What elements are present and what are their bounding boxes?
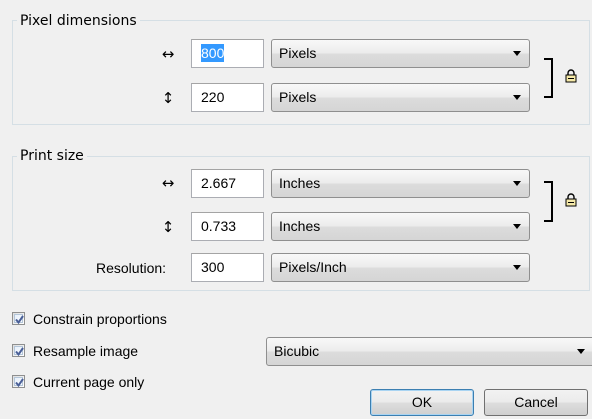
print-size-title: Print size (17, 148, 87, 164)
print-height-unit-select[interactable]: Inches (271, 212, 530, 241)
resample-image-checkbox[interactable] (12, 344, 25, 357)
pixel-width-value: 800 (201, 44, 225, 62)
print-width-unit-select[interactable]: Inches (271, 169, 530, 198)
current-page-only-label[interactable]: Current page only (33, 374, 144, 390)
chevron-down-icon (513, 265, 521, 270)
vertical-arrows-icon: ↕ (161, 89, 175, 107)
horizontal-arrows-icon: ↔ (161, 45, 175, 63)
constrain-proportions-checkbox[interactable] (12, 312, 25, 325)
chevron-down-icon (577, 349, 585, 354)
current-page-only-checkbox[interactable] (12, 375, 25, 388)
print-height-value: 0.733 (201, 218, 237, 234)
horizontal-arrows-icon: ↔ (161, 174, 175, 192)
pixel-dimensions-title: Pixel dimensions (17, 13, 140, 29)
cancel-button[interactable]: Cancel (484, 389, 588, 416)
checkmark-icon (15, 347, 24, 357)
ok-button[interactable]: OK (370, 389, 474, 416)
chevron-down-icon (513, 51, 521, 56)
print-height-unit-value: Inches (279, 218, 321, 234)
resolution-unit-select[interactable]: Pixels/Inch (271, 253, 530, 282)
resample-image-label[interactable]: Resample image (33, 343, 138, 359)
resolution-label: Resolution: (96, 260, 167, 276)
pixel-width-unit-select[interactable]: Pixels (271, 39, 530, 68)
lock-icon[interactable] (565, 193, 577, 207)
print-width-value: 2.667 (201, 175, 237, 191)
print-height-input[interactable]: 0.733 (191, 212, 264, 241)
resolution-input[interactable]: 300 (191, 253, 264, 282)
chevron-down-icon (513, 95, 521, 100)
chevron-down-icon (513, 181, 521, 186)
pixel-width-input[interactable]: 800 (191, 39, 264, 68)
resample-method-select[interactable]: Bicubic (266, 337, 592, 366)
resample-method-value: Bicubic (274, 343, 320, 359)
lock-icon[interactable] (565, 69, 577, 83)
chevron-down-icon (513, 224, 521, 229)
print-width-unit-value: Inches (279, 175, 321, 191)
resolution-unit-value: Pixels/Inch (279, 259, 347, 275)
print-width-input[interactable]: 2.667 (191, 169, 264, 198)
constrain-proportions-label[interactable]: Constrain proportions (33, 311, 167, 327)
pixel-height-input[interactable]: 220 (191, 83, 264, 112)
checkmark-icon (15, 315, 24, 325)
pixel-width-unit-value: Pixels (279, 45, 317, 61)
checkmark-icon (15, 378, 24, 388)
pixel-link-bracket (544, 58, 553, 98)
pixel-height-value: 220 (201, 89, 225, 105)
print-link-bracket (544, 181, 553, 222)
pixel-height-unit-value: Pixels (279, 89, 317, 105)
pixel-height-unit-select[interactable]: Pixels (271, 83, 530, 112)
resolution-value: 300 (201, 259, 225, 275)
vertical-arrows-icon: ↕ (161, 218, 175, 236)
